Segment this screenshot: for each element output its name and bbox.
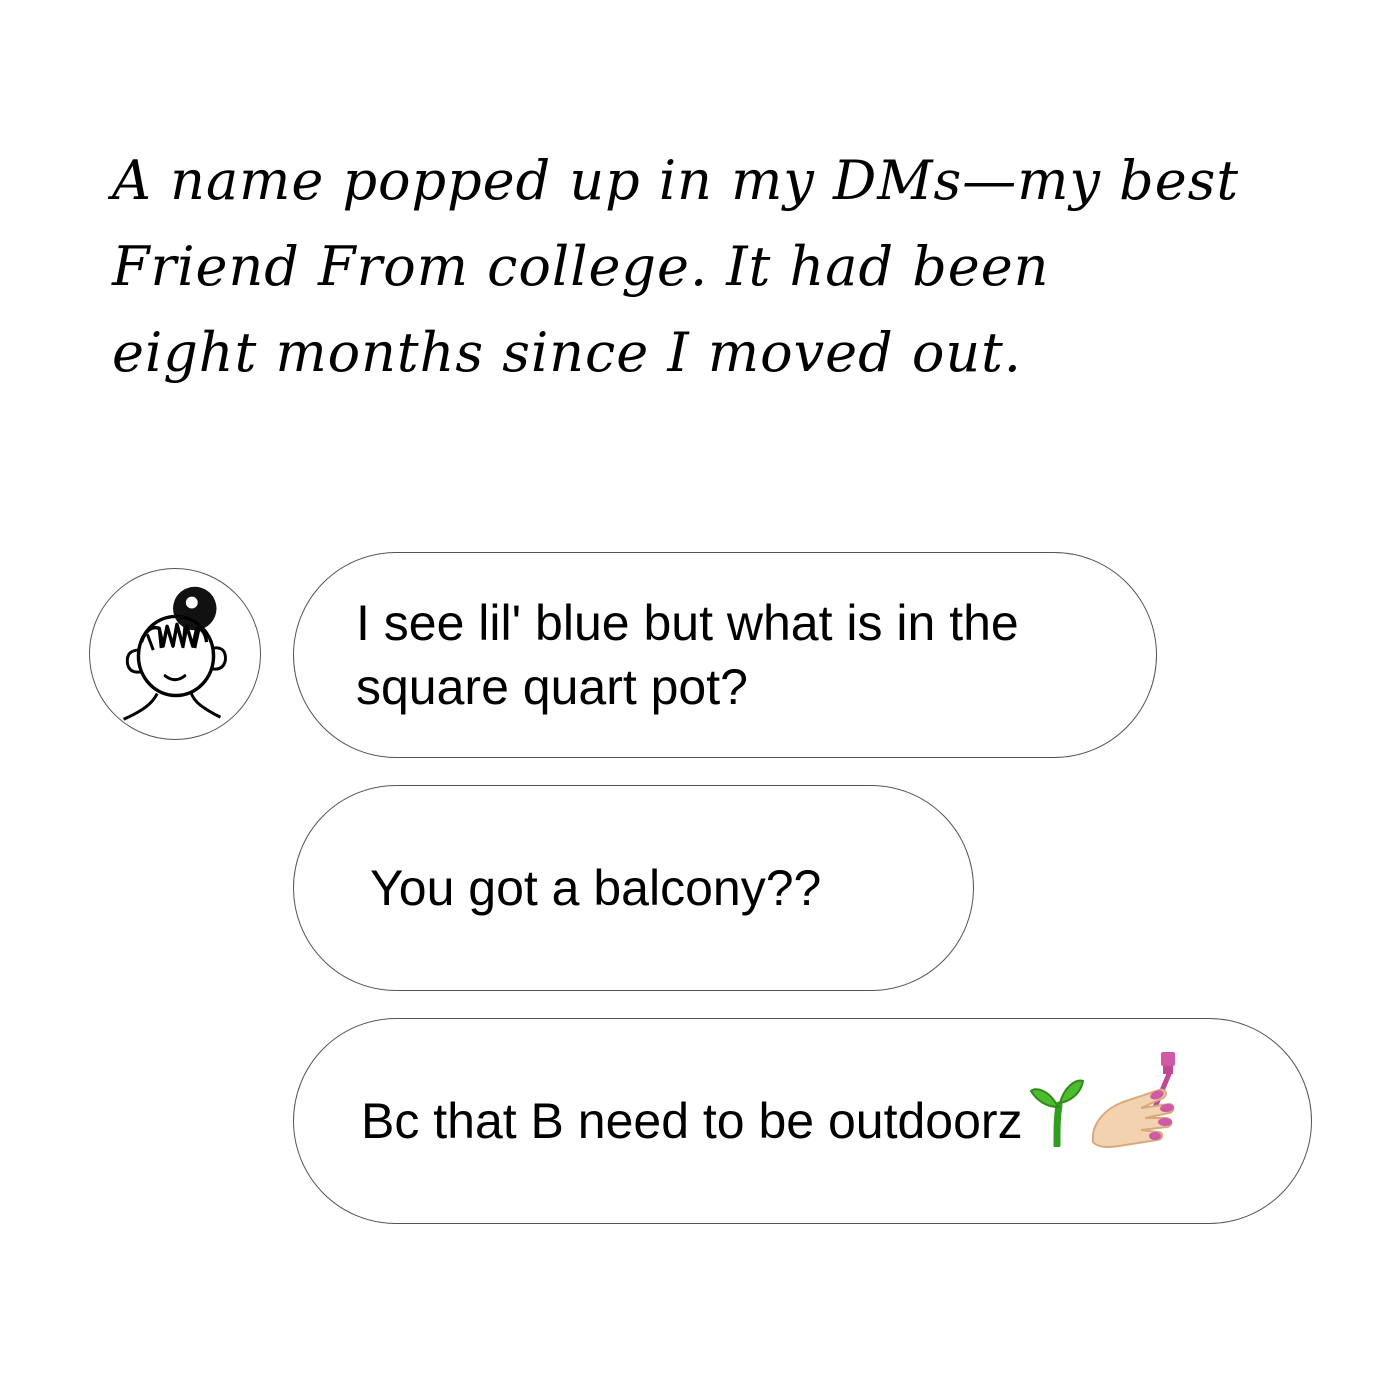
message-text: You got a balcony?? <box>370 860 822 916</box>
seedling-icon <box>1029 1079 1084 1147</box>
doodle-girl-icon <box>123 586 227 721</box>
message-bubble[interactable]: I see lil' blue but what is in the squar… <box>293 552 1157 758</box>
message-text: I see lil' blue but what is in the squar… <box>356 595 1019 715</box>
narration-line: eight months since I moved out. <box>112 321 1022 384</box>
avatar[interactable] <box>89 568 261 740</box>
nail-polish-icon <box>1091 1052 1175 1148</box>
message-bubble[interactable]: You got a balcony?? <box>293 785 974 991</box>
narration-line: Friend From college. It had been <box>112 235 1050 298</box>
narration-line: A name popped up in my DMs—my best <box>112 149 1240 212</box>
narration-text: A name popped up in my DMs—my best Frien… <box>112 138 1322 396</box>
message-text: Bc that B need to be outdoorz <box>361 1093 1023 1149</box>
message-bubble[interactable]: Bc that B need to be outdoorz <box>293 1018 1312 1224</box>
